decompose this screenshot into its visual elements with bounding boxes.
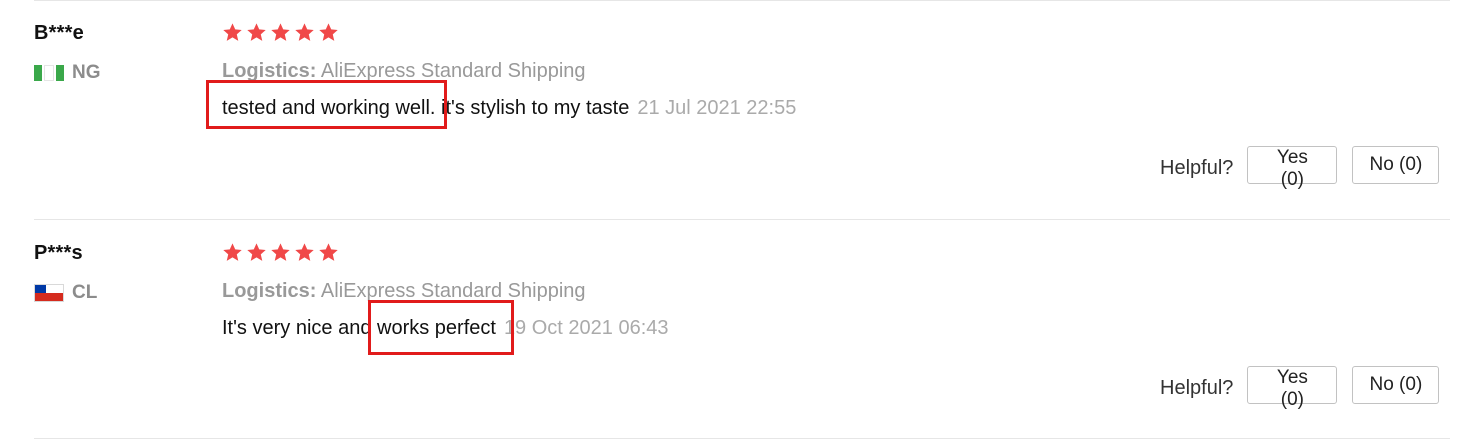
logistics-method: AliExpress Standard Shipping xyxy=(320,280,586,302)
star-icon xyxy=(295,243,314,261)
nigeria-flag-icon xyxy=(34,65,64,81)
highlight-box xyxy=(368,300,514,355)
chile-flag-icon xyxy=(34,284,64,302)
helpful-no-button[interactable]: No (0) xyxy=(1352,146,1440,184)
logistics-method: AliExpress Standard Shipping xyxy=(320,60,586,82)
star-icon xyxy=(319,23,338,41)
helpful-label: Helpful? xyxy=(1160,156,1234,179)
comment-text: it's stylish to my taste xyxy=(435,97,630,119)
helpful-vote: Helpful? Yes (0) No (0) xyxy=(1160,366,1440,410)
reviewer-country: NG xyxy=(34,62,101,84)
helpful-vote: Helpful? Yes (0) No (0) xyxy=(1160,146,1440,190)
helpful-yes-button[interactable]: Yes (0) xyxy=(1247,366,1338,410)
country-code: CL xyxy=(72,282,98,303)
helpful-label: Helpful? xyxy=(1160,376,1234,399)
country-code: NG xyxy=(72,62,101,83)
review-item: B***e NG Logistics: AliExpress Standard … xyxy=(0,0,1476,220)
comment-text: It's very nice and xyxy=(222,317,377,339)
highlight-box xyxy=(206,80,447,129)
helpful-no-button[interactable]: No (0) xyxy=(1352,366,1440,404)
star-icon xyxy=(223,243,242,261)
star-rating xyxy=(222,242,339,263)
star-icon xyxy=(295,23,314,41)
star-icon xyxy=(223,23,242,41)
review-date: 21 Jul 2021 22:55 xyxy=(637,97,797,119)
helpful-yes-button[interactable]: Yes (0) xyxy=(1247,146,1338,190)
star-rating xyxy=(222,22,339,43)
star-icon xyxy=(271,243,290,261)
reviewer-name: B***e xyxy=(34,22,84,44)
bottom-divider xyxy=(34,438,1450,439)
reviewer-country: CL xyxy=(34,282,97,304)
reviewer-name: P***s xyxy=(34,242,83,264)
review-item: P***s CL Logistics: AliExpress Standard … xyxy=(0,220,1476,440)
logistics-label: Logistics: xyxy=(222,280,317,302)
star-icon xyxy=(247,243,266,261)
logistics-label: Logistics: xyxy=(222,60,317,82)
review-date: 19 Oct 2021 06:43 xyxy=(503,317,669,339)
star-icon xyxy=(247,23,266,41)
star-icon xyxy=(319,243,338,261)
star-icon xyxy=(271,23,290,41)
